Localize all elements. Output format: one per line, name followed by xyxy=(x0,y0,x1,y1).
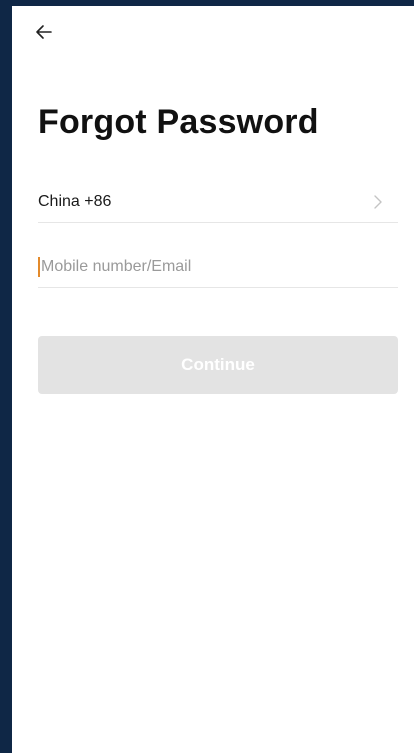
mobile-email-input[interactable] xyxy=(40,258,381,276)
country-label: China +86 xyxy=(38,193,112,210)
back-button[interactable] xyxy=(30,18,58,46)
app-frame: Forgot Password China +86 Continue xyxy=(0,0,414,753)
continue-button[interactable]: Continue xyxy=(38,336,398,394)
forgot-password-screen: Forgot Password China +86 Continue xyxy=(12,6,414,753)
arrow-left-icon xyxy=(35,23,53,41)
country-selector[interactable]: China +86 xyxy=(38,182,398,223)
chevron-right-icon xyxy=(370,194,386,210)
account-field xyxy=(38,247,398,288)
page-title: Forgot Password xyxy=(38,103,319,141)
